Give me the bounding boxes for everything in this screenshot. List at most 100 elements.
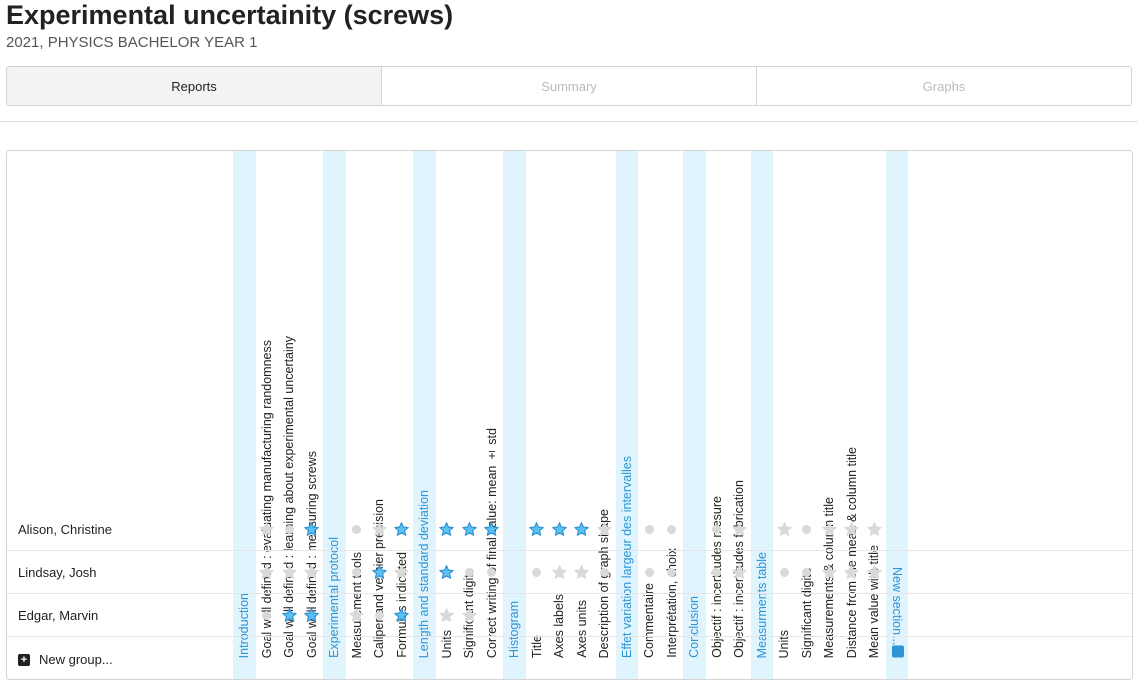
dot-icon	[712, 567, 722, 577]
star-icon	[483, 521, 500, 538]
star-outline-icon	[776, 521, 793, 538]
dot-icon	[712, 524, 722, 534]
star-outline-icon	[303, 564, 320, 581]
grade-cell-unrated[interactable]	[571, 551, 593, 593]
dot-icon	[802, 567, 812, 577]
grade-cell-rated[interactable]	[278, 594, 300, 636]
grade-cell-unrated[interactable]	[863, 551, 885, 593]
student-row: Alison, Christine	[7, 508, 1132, 551]
page-subtitle: 2021, PHYSICS BACHELOR YEAR 1	[6, 34, 258, 51]
grade-cell-unrated[interactable]	[728, 508, 750, 550]
grade-cell-unrated[interactable]	[773, 508, 795, 550]
star-icon	[303, 607, 320, 624]
star-icon	[393, 521, 410, 538]
star-outline-icon	[731, 564, 748, 581]
star-icon	[438, 521, 455, 538]
grade-cell-unrated[interactable]	[728, 551, 750, 593]
grade-cell-empty[interactable]	[481, 551, 503, 593]
grade-cell-empty[interactable]	[773, 551, 795, 593]
star-outline-icon	[866, 564, 883, 581]
plus-icon: +	[891, 646, 905, 658]
star-outline-icon	[371, 521, 388, 538]
grade-cell-unrated[interactable]	[391, 551, 413, 593]
star-icon	[528, 521, 545, 538]
grade-cell-empty[interactable]	[458, 551, 480, 593]
star-outline-icon	[258, 521, 275, 538]
plus-icon: +	[18, 653, 30, 666]
grade-cell-empty[interactable]	[346, 508, 368, 550]
star-outline-icon	[393, 564, 410, 581]
student-name[interactable]: Edgar, Marvin	[18, 594, 98, 636]
grade-cell-rated[interactable]	[458, 508, 480, 550]
grade-cell-unrated[interactable]	[818, 551, 840, 593]
grade-cell-rated[interactable]	[436, 551, 458, 593]
grade-cell-empty[interactable]	[346, 551, 368, 593]
grading-grid: + New group... Introduction Goal well def…	[6, 150, 1133, 680]
grade-cell-unrated[interactable]	[346, 594, 368, 636]
grade-cell-rated[interactable]	[391, 508, 413, 550]
star-outline-icon	[843, 564, 860, 581]
student-row: Edgar, Marvin	[7, 594, 1132, 637]
grade-cell-empty[interactable]	[278, 508, 300, 550]
grade-cell-rated[interactable]	[301, 594, 323, 636]
grade-cell-empty[interactable]	[706, 551, 728, 593]
grade-cell-unrated[interactable]	[593, 508, 615, 550]
student-name[interactable]: Alison, Christine	[18, 508, 112, 550]
grade-cell-rated[interactable]	[571, 508, 593, 550]
grade-cell-unrated[interactable]	[256, 551, 278, 593]
tab-reports[interactable]: Reports	[7, 67, 381, 105]
grade-cell-empty[interactable]	[593, 551, 615, 593]
grade-cell-unrated[interactable]	[548, 551, 570, 593]
grade-cell-empty[interactable]	[368, 594, 390, 636]
grade-cell-unrated[interactable]	[818, 508, 840, 550]
star-icon	[438, 564, 455, 581]
grade-cell-rated[interactable]	[391, 594, 413, 636]
grade-cell-unrated[interactable]	[301, 551, 323, 593]
grade-cell-empty[interactable]	[706, 508, 728, 550]
new-group-label: New group...	[39, 652, 113, 667]
dot-icon	[532, 567, 542, 577]
star-outline-icon	[573, 564, 590, 581]
star-icon	[371, 564, 388, 581]
grade-cell-rated[interactable]	[368, 551, 390, 593]
star-outline-icon	[258, 564, 275, 581]
grade-cell-rated[interactable]	[301, 508, 323, 550]
grade-cell-empty[interactable]	[796, 508, 818, 550]
dot-icon	[352, 567, 362, 577]
tab-graphs[interactable]: Graphs	[756, 67, 1131, 105]
grade-cell-unrated[interactable]	[278, 551, 300, 593]
grade-cell-unrated[interactable]	[256, 508, 278, 550]
student-name[interactable]: Lindsay, Josh	[18, 551, 97, 593]
grade-cell-unrated[interactable]	[368, 508, 390, 550]
grade-cell-empty[interactable]	[661, 551, 683, 593]
dot-icon	[644, 524, 654, 534]
dot-icon	[644, 567, 654, 577]
grade-cell-rated[interactable]	[481, 508, 503, 550]
star-outline-icon	[281, 564, 298, 581]
grade-cell-rated[interactable]	[548, 508, 570, 550]
star-outline-icon	[866, 521, 883, 538]
grade-cell-unrated[interactable]	[458, 594, 480, 636]
grade-cell-unrated[interactable]	[436, 594, 458, 636]
star-icon	[573, 521, 590, 538]
grade-cell-empty[interactable]	[661, 508, 683, 550]
dot-icon	[779, 567, 789, 577]
grade-cell-rated[interactable]	[526, 508, 548, 550]
new-group-button[interactable]: + New group...	[18, 638, 113, 679]
grade-cell-unrated[interactable]	[841, 551, 863, 593]
grade-cell-empty[interactable]	[526, 551, 548, 593]
dot-icon	[667, 567, 677, 577]
dot-icon	[487, 567, 497, 577]
dot-icon	[262, 610, 272, 620]
dot-icon	[464, 567, 474, 577]
grade-cell-empty[interactable]	[796, 551, 818, 593]
grade-cell-unrated[interactable]	[863, 508, 885, 550]
grade-cell-empty[interactable]	[638, 551, 660, 593]
grade-cell-rated[interactable]	[436, 508, 458, 550]
view-tabs: Reports Summary Graphs	[6, 66, 1132, 106]
grade-cell-unrated[interactable]	[841, 508, 863, 550]
dot-icon	[599, 567, 609, 577]
grade-cell-empty[interactable]	[256, 594, 278, 636]
tab-summary[interactable]: Summary	[381, 67, 756, 105]
grade-cell-empty[interactable]	[638, 508, 660, 550]
